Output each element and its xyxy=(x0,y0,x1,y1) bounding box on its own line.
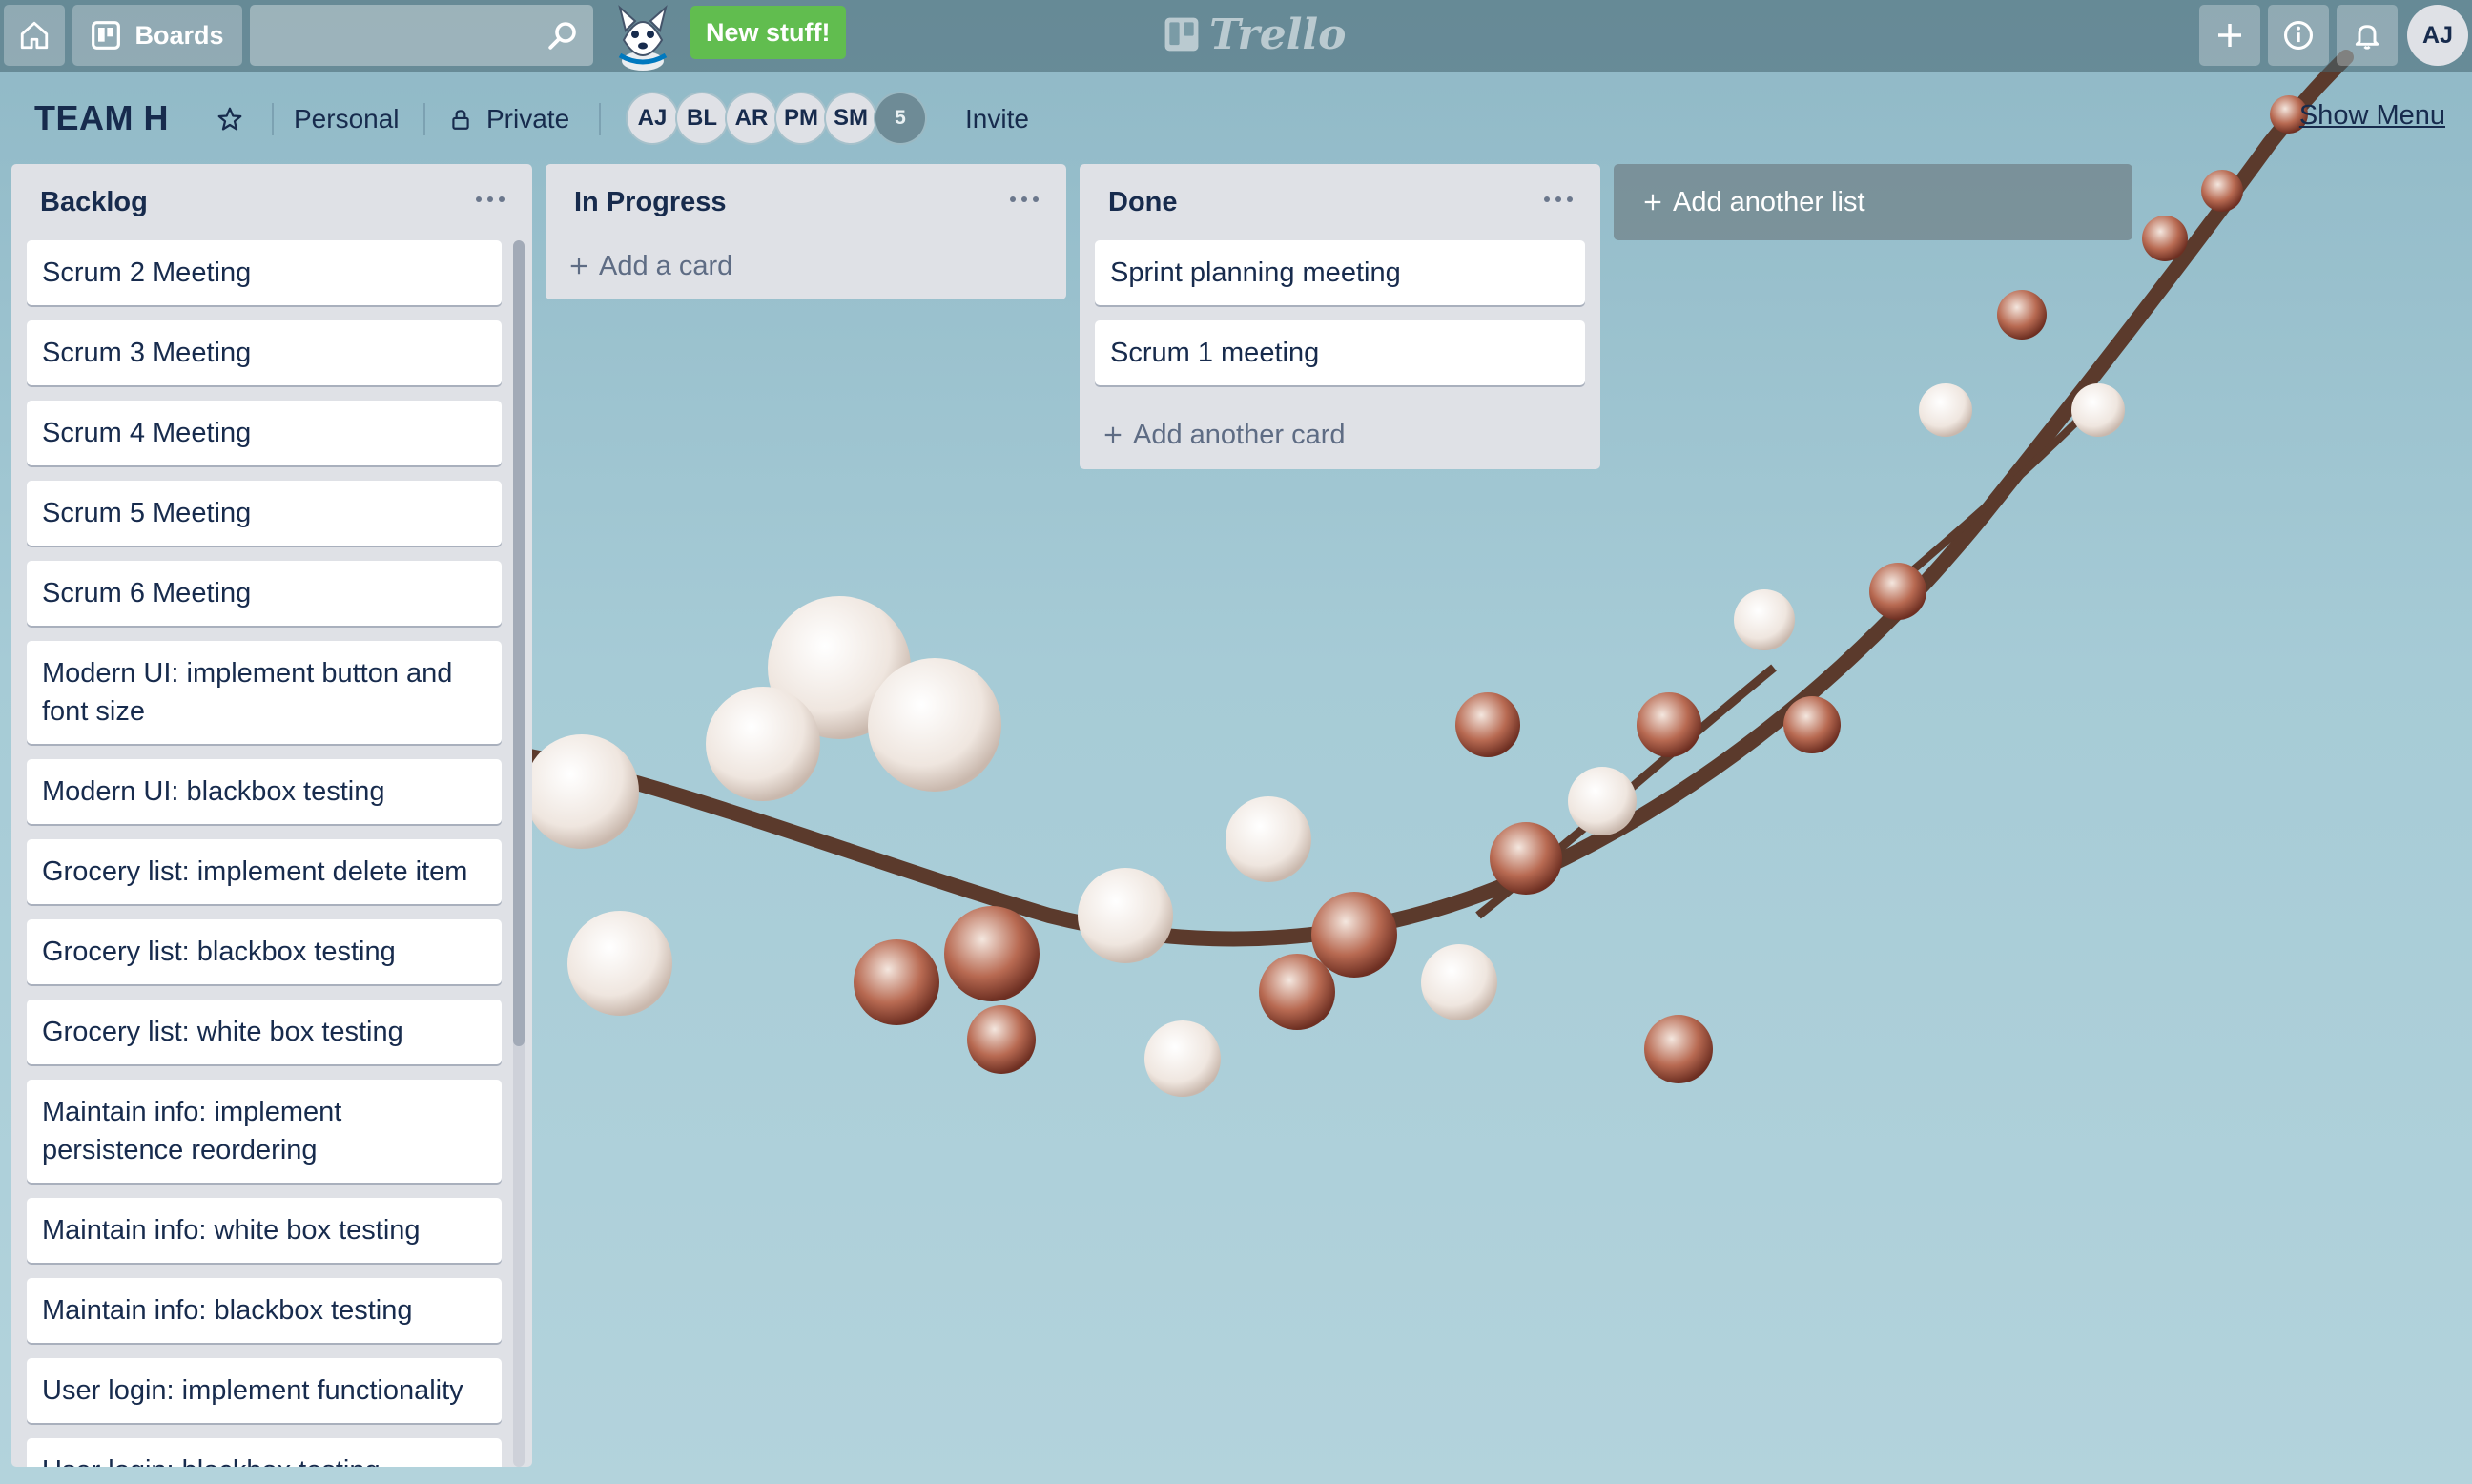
list-scrollbar[interactable] xyxy=(513,240,525,1467)
information-button[interactable] xyxy=(2268,5,2329,66)
card[interactable]: Maintain info: white box testing xyxy=(27,1198,502,1263)
card[interactable]: Scrum 2 Meeting xyxy=(27,240,502,305)
boards-button[interactable]: Boards xyxy=(72,5,242,66)
new-stuff-button[interactable]: New stuff! xyxy=(690,6,846,59)
card-list: Sprint planning meeting Scrum 1 meeting xyxy=(1080,240,1600,385)
more-options-icon[interactable] xyxy=(471,185,509,214)
member-avatar[interactable]: AR xyxy=(725,92,778,145)
trello-logo-text: Trello xyxy=(1209,10,1347,59)
search-icon[interactable] xyxy=(546,18,580,52)
list-in-progress: In Progress Add a card xyxy=(546,164,1066,299)
list-done: Done Sprint planning meeting Scrum 1 mee… xyxy=(1080,164,1600,469)
home-icon xyxy=(20,21,49,50)
member-avatar[interactable]: SM xyxy=(824,92,877,145)
member-avatar[interactable]: BL xyxy=(675,92,729,145)
member-avatar[interactable]: AJ xyxy=(626,92,679,145)
add-card-label: Add a card xyxy=(599,250,733,281)
notifications-button[interactable] xyxy=(2337,5,2398,66)
plus-icon xyxy=(1104,426,1122,443)
header-divider xyxy=(599,103,601,135)
card[interactable]: Grocery list: white box testing xyxy=(27,1000,502,1064)
trello-logo-icon xyxy=(1164,17,1199,52)
board-title[interactable]: TEAM H xyxy=(34,98,169,138)
list-title[interactable]: Backlog xyxy=(40,187,148,218)
invite-button[interactable]: Invite xyxy=(965,93,1029,146)
scrollbar-thumb[interactable] xyxy=(513,240,525,1046)
board-header: TEAM H Personal Private AJ BL AR PM SM 5… xyxy=(0,72,2472,165)
search-box[interactable] xyxy=(250,5,593,66)
card-list: Scrum 2 Meeting Scrum 3 Meeting Scrum 4 … xyxy=(11,240,532,1467)
header-divider xyxy=(272,103,274,135)
taco-mascot-icon[interactable] xyxy=(607,2,679,71)
header-divider xyxy=(423,103,425,135)
member-avatar[interactable]: PM xyxy=(774,92,828,145)
boards-icon xyxy=(92,21,121,50)
add-card-button[interactable]: Add another card xyxy=(1080,401,1600,469)
card[interactable]: Maintain info: implement persistence reo… xyxy=(27,1080,502,1183)
add-list-button[interactable]: Add another list xyxy=(1614,164,2132,240)
create-button[interactable] xyxy=(2199,5,2260,66)
card[interactable]: Scrum 6 Meeting xyxy=(27,561,502,626)
plus-icon xyxy=(570,258,587,275)
list-title[interactable]: Done xyxy=(1108,187,1178,218)
top-navigation-bar: Boards New stuff! Trello AJ xyxy=(0,0,2472,72)
visibility-label: Private xyxy=(486,104,570,134)
card[interactable]: Scrum 3 Meeting xyxy=(27,320,502,385)
trello-logo[interactable]: Trello xyxy=(1164,10,1347,59)
info-icon xyxy=(2283,20,2314,51)
card[interactable]: Scrum 4 Meeting xyxy=(27,401,502,465)
add-card-button[interactable]: Add a card xyxy=(546,233,1066,299)
card[interactable]: Modern UI: implement button and font siz… xyxy=(27,641,502,744)
card[interactable]: Grocery list: blackbox testing xyxy=(27,919,502,984)
home-button[interactable] xyxy=(4,5,65,66)
user-avatar[interactable]: AJ xyxy=(2407,5,2468,66)
plus-icon xyxy=(1644,194,1661,211)
list-header[interactable]: Done xyxy=(1080,164,1600,240)
more-members-badge[interactable]: 5 xyxy=(874,92,927,145)
team-button[interactable]: Personal xyxy=(294,93,400,146)
add-list-label: Add another list xyxy=(1673,186,1865,217)
plus-icon xyxy=(2218,24,2241,47)
lock-icon xyxy=(452,110,469,130)
list-header[interactable]: Backlog xyxy=(11,164,532,240)
star-icon xyxy=(217,107,242,131)
add-card-label: Add another card xyxy=(1133,419,1346,450)
card[interactable]: Modern UI: blackbox testing xyxy=(27,759,502,824)
boards-label: Boards xyxy=(134,20,224,50)
list-backlog: Backlog Scrum 2 Meeting Scrum 3 Meeting … xyxy=(11,164,532,1467)
card[interactable]: Maintain info: blackbox testing xyxy=(27,1278,502,1343)
list-title[interactable]: In Progress xyxy=(574,187,727,218)
more-options-icon[interactable] xyxy=(1005,185,1043,214)
card[interactable]: User login: blackbox testing xyxy=(27,1438,502,1467)
bell-icon xyxy=(2355,25,2379,50)
card[interactable]: Sprint planning meeting xyxy=(1095,240,1585,305)
card[interactable]: User login: implement functionality xyxy=(27,1358,502,1423)
more-options-icon[interactable] xyxy=(1539,185,1577,214)
card[interactable]: Grocery list: implement delete item xyxy=(27,839,502,904)
card[interactable]: Scrum 5 Meeting xyxy=(27,481,502,546)
visibility-button[interactable]: Private xyxy=(448,93,569,146)
list-header[interactable]: In Progress xyxy=(546,164,1066,233)
card[interactable]: Scrum 1 meeting xyxy=(1095,320,1585,385)
show-menu-button[interactable]: Show Menu xyxy=(2299,100,2445,132)
search-input[interactable] xyxy=(250,5,593,66)
star-board-button[interactable] xyxy=(216,93,244,146)
